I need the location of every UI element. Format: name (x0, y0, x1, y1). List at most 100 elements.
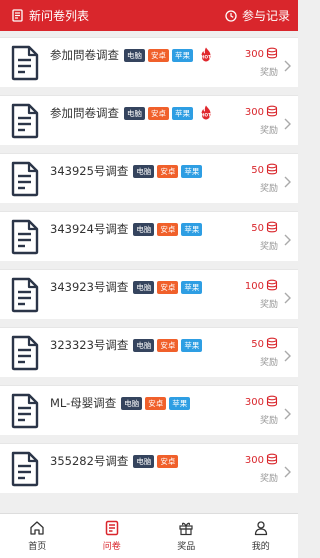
survey-title-row: 参加問卷调查 电脑 安卓 苹果 HOT (50, 105, 213, 121)
top-header: 新问卷列表 参与记录 (0, 0, 298, 31)
android-tag: 安卓 (145, 396, 167, 410)
survey-document-icon (10, 219, 40, 255)
tab-label: 首页 (28, 542, 47, 552)
chevron-right-icon (284, 57, 291, 72)
survey-title-row: 343925号调查 电脑 安卓 苹果 (50, 163, 203, 179)
reward-amount: 300 (245, 105, 278, 120)
reward-value: 50 (251, 223, 264, 234)
pc-tag: 电脑 (124, 106, 145, 120)
survey-document-icon (10, 277, 40, 313)
pc-tag: 电脑 (121, 396, 143, 410)
tab-label: 我的 (251, 542, 270, 552)
survey-document-icon (10, 103, 40, 139)
survey-card[interactable]: 323323号调查 电脑 安卓 苹果 50 奖励 (0, 327, 298, 377)
tab-survey[interactable]: 问卷 (75, 514, 150, 558)
android-tag: 安卓 (148, 106, 169, 120)
survey-title: 343924号调查 (50, 222, 129, 236)
hot-flame-icon: HOT (199, 105, 213, 120)
pc-tag: 电脑 (124, 48, 145, 62)
survey-card[interactable]: ML-母婴调查 电脑 安卓 苹果 300 奖励 (0, 385, 298, 435)
coin-stack-icon (266, 47, 278, 62)
survey-title-row: 参加問卷调查 电脑 安卓 苹果 HOT (50, 47, 213, 63)
pc-tag: 电脑 (133, 164, 155, 178)
survey-icon (104, 520, 120, 536)
apple-tag: 苹果 (181, 222, 203, 236)
android-tag: 安卓 (148, 48, 169, 62)
document-list-icon (12, 9, 24, 22)
coin-stack-icon (266, 279, 278, 294)
survey-title: 323323号调查 (50, 338, 129, 352)
coin-stack-icon (266, 453, 278, 468)
survey-title-row: 343924号调查 电脑 安卓 苹果 (50, 221, 203, 237)
home-icon (29, 520, 45, 536)
survey-title-row: 343923号调查 电脑 安卓 苹果 (50, 279, 203, 295)
survey-title: 参加問卷调查 (50, 106, 119, 120)
reward-value: 300 (244, 49, 264, 60)
participation-record-button[interactable]: 参与记录 (225, 7, 290, 24)
gift-icon (178, 520, 194, 536)
reward-amount: 300 (245, 453, 278, 468)
coin-stack-icon (266, 395, 278, 410)
survey-document-icon (10, 451, 40, 487)
survey-document-icon (10, 45, 40, 81)
reward-amount: 300 (245, 47, 278, 62)
survey-title: ML-母婴调查 (50, 396, 117, 410)
android-tag: 安卓 (157, 338, 179, 352)
survey-document-icon (10, 393, 40, 429)
chevron-right-icon (284, 347, 291, 362)
apple-tag: 苹果 (181, 280, 203, 294)
android-tag: 安卓 (157, 280, 179, 294)
apple-tag: 苹果 (181, 164, 203, 178)
survey-card[interactable]: 343923号调查 电脑 安卓 苹果 100 奖励 (0, 269, 298, 319)
reward-value: 100 (244, 281, 264, 292)
reward-value: 50 (251, 339, 264, 350)
reward-amount: 100 (245, 279, 278, 294)
chevron-right-icon (284, 173, 291, 188)
survey-title: 355282号调查 (50, 454, 129, 468)
survey-card[interactable]: 参加問卷调查 电脑 安卓 苹果 HOT 300 奖励 (0, 37, 298, 87)
svg-text:HOT: HOT (201, 54, 211, 59)
survey-card[interactable]: 343925号调查 电脑 安卓 苹果 50 奖励 (0, 153, 298, 203)
reward-label: 奖励 (259, 416, 278, 426)
apple-tag: 苹果 (172, 106, 193, 120)
survey-title: 343925号调查 (50, 164, 129, 178)
android-tag: 安卓 (157, 164, 179, 178)
coin-stack-icon (266, 105, 278, 120)
page-title: 新问卷列表 (29, 9, 90, 23)
coin-stack-icon (266, 221, 278, 236)
survey-title-row: 355282号调查 电脑 安卓 (50, 453, 179, 469)
reward-label: 奖励 (259, 242, 278, 252)
survey-document-icon (10, 161, 40, 197)
reward-value: 300 (244, 107, 264, 118)
tab-home[interactable]: 首页 (0, 514, 75, 558)
clock-icon (225, 9, 237, 22)
survey-document-icon (10, 335, 40, 371)
apple-tag: 苹果 (172, 48, 193, 62)
chevron-right-icon (284, 289, 291, 304)
tab-mine[interactable]: 我的 (224, 514, 299, 558)
apple-tag: 苹果 (169, 396, 191, 410)
pc-tag: 电脑 (133, 280, 155, 294)
chevron-right-icon (284, 231, 291, 246)
tab-prizes[interactable]: 奖品 (149, 514, 224, 558)
chevron-right-icon (284, 115, 291, 130)
reward-value: 50 (251, 165, 264, 176)
survey-title: 参加問卷调查 (50, 48, 119, 62)
survey-card[interactable]: 343924号调查 电脑 安卓 苹果 50 奖励 (0, 211, 298, 261)
coin-stack-icon (266, 163, 278, 178)
hot-flame-icon: HOT (199, 47, 213, 62)
tab-label: 奖品 (177, 542, 196, 552)
chevron-right-icon (284, 463, 291, 478)
android-tag: 安卓 (157, 222, 179, 236)
reward-label: 奖励 (259, 474, 278, 484)
survey-title: 343923号调查 (50, 280, 129, 294)
reward-label: 奖励 (259, 184, 278, 194)
reward-label: 奖励 (259, 68, 278, 78)
survey-card[interactable]: 参加問卷调查 电脑 安卓 苹果 HOT 300 奖励 (0, 95, 298, 145)
survey-title-row: ML-母婴调查 电脑 安卓 苹果 (50, 395, 191, 411)
pc-tag: 电脑 (133, 338, 155, 352)
chevron-right-icon (284, 405, 291, 420)
tab-label: 问卷 (102, 542, 121, 552)
survey-card[interactable]: 355282号调查 电脑 安卓 300 奖励 (0, 443, 298, 493)
reward-label: 奖励 (259, 358, 278, 368)
